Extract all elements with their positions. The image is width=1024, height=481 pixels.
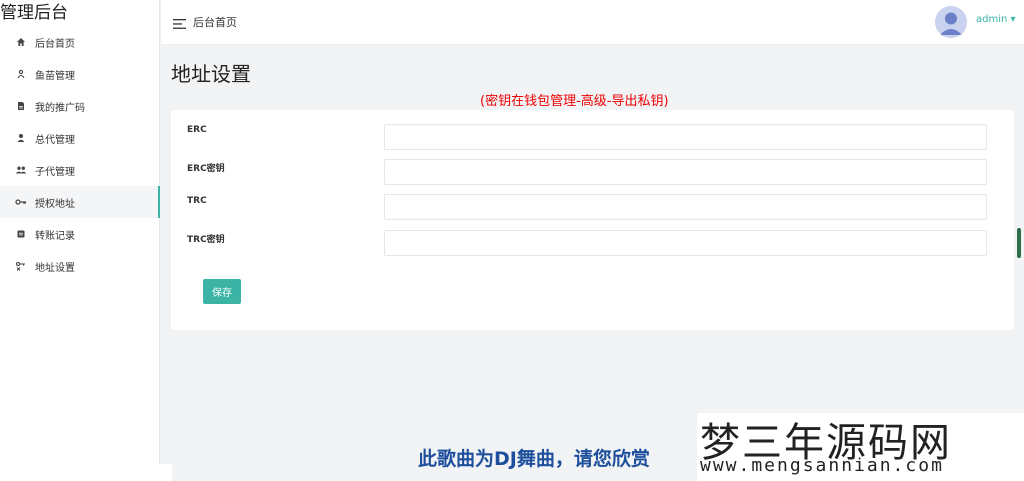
erc-label: ERC bbox=[187, 125, 207, 135]
fish-icon bbox=[14, 67, 28, 81]
save-button[interactable]: 保存 bbox=[203, 279, 241, 304]
trc-key-input[interactable] bbox=[384, 230, 987, 256]
brand-title: 管理后台 bbox=[0, 0, 159, 26]
breadcrumb[interactable]: 后台首页 bbox=[193, 14, 237, 30]
top-bar: 后台首页 admin ▾ bbox=[161, 0, 1024, 45]
erc-key-label: ERC密钥 bbox=[187, 164, 225, 174]
sidebar-item-label: 后台首页 bbox=[35, 38, 75, 50]
trc-key-label: TRC密钥 bbox=[187, 235, 225, 245]
address-settings-form: ERC ERC密钥 TRC TRC密钥 保存 bbox=[171, 110, 1014, 330]
sidebar-item-address-settings[interactable]: 地址设置 bbox=[0, 250, 160, 282]
document-icon bbox=[14, 99, 28, 113]
sidebar-item-promo-code[interactable]: 我的推广码 bbox=[0, 90, 160, 122]
sidebar-item-authorized-address[interactable]: 授权地址 bbox=[0, 186, 160, 218]
erc-key-input[interactable] bbox=[384, 159, 987, 185]
key-export-notice: (密钥在钱包管理-高级-导出私钥) bbox=[480, 94, 669, 109]
trc-input[interactable] bbox=[384, 194, 987, 220]
users-icon bbox=[14, 163, 28, 177]
sidebar-item-label: 地址设置 bbox=[35, 262, 75, 274]
user-avatar-icon bbox=[935, 6, 967, 38]
sidebar-item-label: 子代管理 bbox=[35, 166, 75, 178]
sidebar-item-label: 鱼苗管理 bbox=[35, 70, 75, 82]
home-icon bbox=[14, 35, 28, 49]
username: admin bbox=[976, 14, 1008, 25]
user-icon bbox=[14, 131, 28, 145]
chevron-down-icon: ▾ bbox=[1010, 14, 1016, 25]
sidebar-item-label: 我的推广码 bbox=[35, 102, 85, 114]
avatar[interactable] bbox=[935, 6, 967, 38]
sidebar-item-fish[interactable]: 鱼苗管理 bbox=[0, 58, 160, 90]
video-subtitle: 此歌曲为DJ舞曲，请您欣赏 bbox=[418, 448, 650, 470]
user-menu[interactable]: admin ▾ bbox=[976, 14, 1016, 25]
sidebar-footer bbox=[0, 464, 172, 481]
sidebar-item-label: 授权地址 bbox=[35, 198, 75, 210]
sidebar-item-general-agent[interactable]: 总代管理 bbox=[0, 122, 160, 154]
settings-key-icon bbox=[14, 259, 28, 273]
sidebar-item-label: 总代管理 bbox=[35, 134, 75, 146]
sidebar-item-home[interactable]: 后台首页 bbox=[0, 26, 160, 58]
watermark-url: www.mengsannian.com bbox=[700, 455, 944, 476]
list-icon bbox=[14, 227, 28, 241]
trc-label: TRC bbox=[187, 196, 207, 206]
erc-input[interactable] bbox=[384, 124, 987, 150]
menu-toggle-icon[interactable] bbox=[173, 15, 187, 29]
sidebar: 管理后台 后台首页 鱼苗管理 我的推广码 总代管理 子代管理 授权地址 转账记录… bbox=[0, 0, 160, 481]
page-title: 地址设置 bbox=[171, 62, 251, 86]
sidebar-item-label: 转账记录 bbox=[35, 230, 75, 242]
scrollbar-thumb[interactable] bbox=[1017, 228, 1021, 258]
sidebar-item-transfer-records[interactable]: 转账记录 bbox=[0, 218, 160, 250]
key-icon bbox=[14, 195, 28, 209]
sidebar-item-sub-agent[interactable]: 子代管理 bbox=[0, 154, 160, 186]
